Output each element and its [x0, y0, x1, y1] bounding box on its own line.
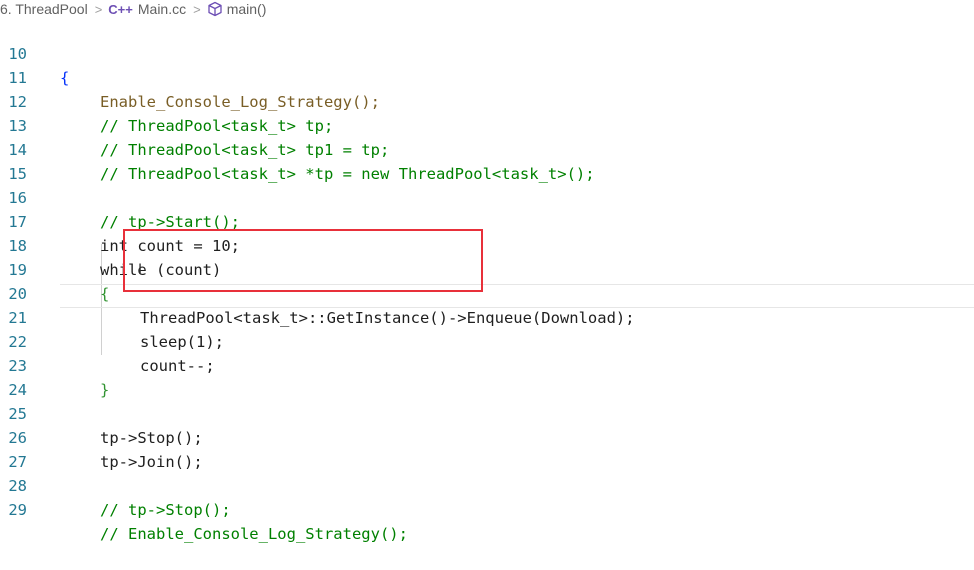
- code-line[interactable]: 10 {: [0, 18, 974, 87]
- breadcrumb-symbol[interactable]: main(): [227, 1, 267, 17]
- code-line[interactable]: 16 // tp->Start();: [0, 162, 974, 231]
- code-line[interactable]: 14 // ThreadPool<task_t> *tp = new Threa…: [0, 114, 974, 183]
- code-line[interactable]: 26 tp->Join();: [0, 402, 974, 471]
- code-line[interactable]: 13 // ThreadPool<task_t> tp1 = tp;: [0, 90, 974, 159]
- text-cursor-icon: I: [138, 262, 143, 278]
- code-line[interactable]: 27: [0, 426, 974, 471]
- method-cube-icon: [208, 1, 222, 17]
- code-line[interactable]: 17 int count = 10;: [0, 186, 974, 255]
- breadcrumb-file[interactable]: Main.cc: [138, 1, 186, 17]
- code-text: // Enable_Console_Log_Strategy();: [100, 525, 408, 543]
- code-line[interactable]: 24: [0, 354, 974, 399]
- chevron-right-icon: >: [193, 1, 201, 17]
- cpp-file-icon: C++: [108, 1, 133, 17]
- code-line[interactable]: 11 Enable_Console_Log_Strategy();: [0, 42, 974, 111]
- code-line[interactable]: 25 tp->Stop();: [0, 378, 974, 447]
- code-line[interactable]: 22 count--;: [0, 306, 974, 375]
- code-line[interactable]: 15: [0, 138, 974, 183]
- breadcrumb: 6. ThreadPool > C++ Main.cc > main(): [0, 0, 974, 18]
- code-text: // tp->Stop();: [100, 501, 231, 519]
- code-line[interactable]: 29 // Enable_Console_Log_Strategy();: [0, 474, 974, 543]
- line-number: 29: [8, 501, 27, 519]
- code-line[interactable]: 28 // tp->Stop();: [0, 450, 974, 519]
- code-line[interactable]: 23 }: [0, 330, 974, 399]
- code-line[interactable]: 12 // ThreadPool<task_t> tp;: [0, 66, 974, 135]
- annotation-highlight-box: [123, 229, 483, 292]
- breadcrumb-folder[interactable]: 6. ThreadPool: [0, 1, 88, 17]
- chevron-right-icon: >: [94, 1, 103, 17]
